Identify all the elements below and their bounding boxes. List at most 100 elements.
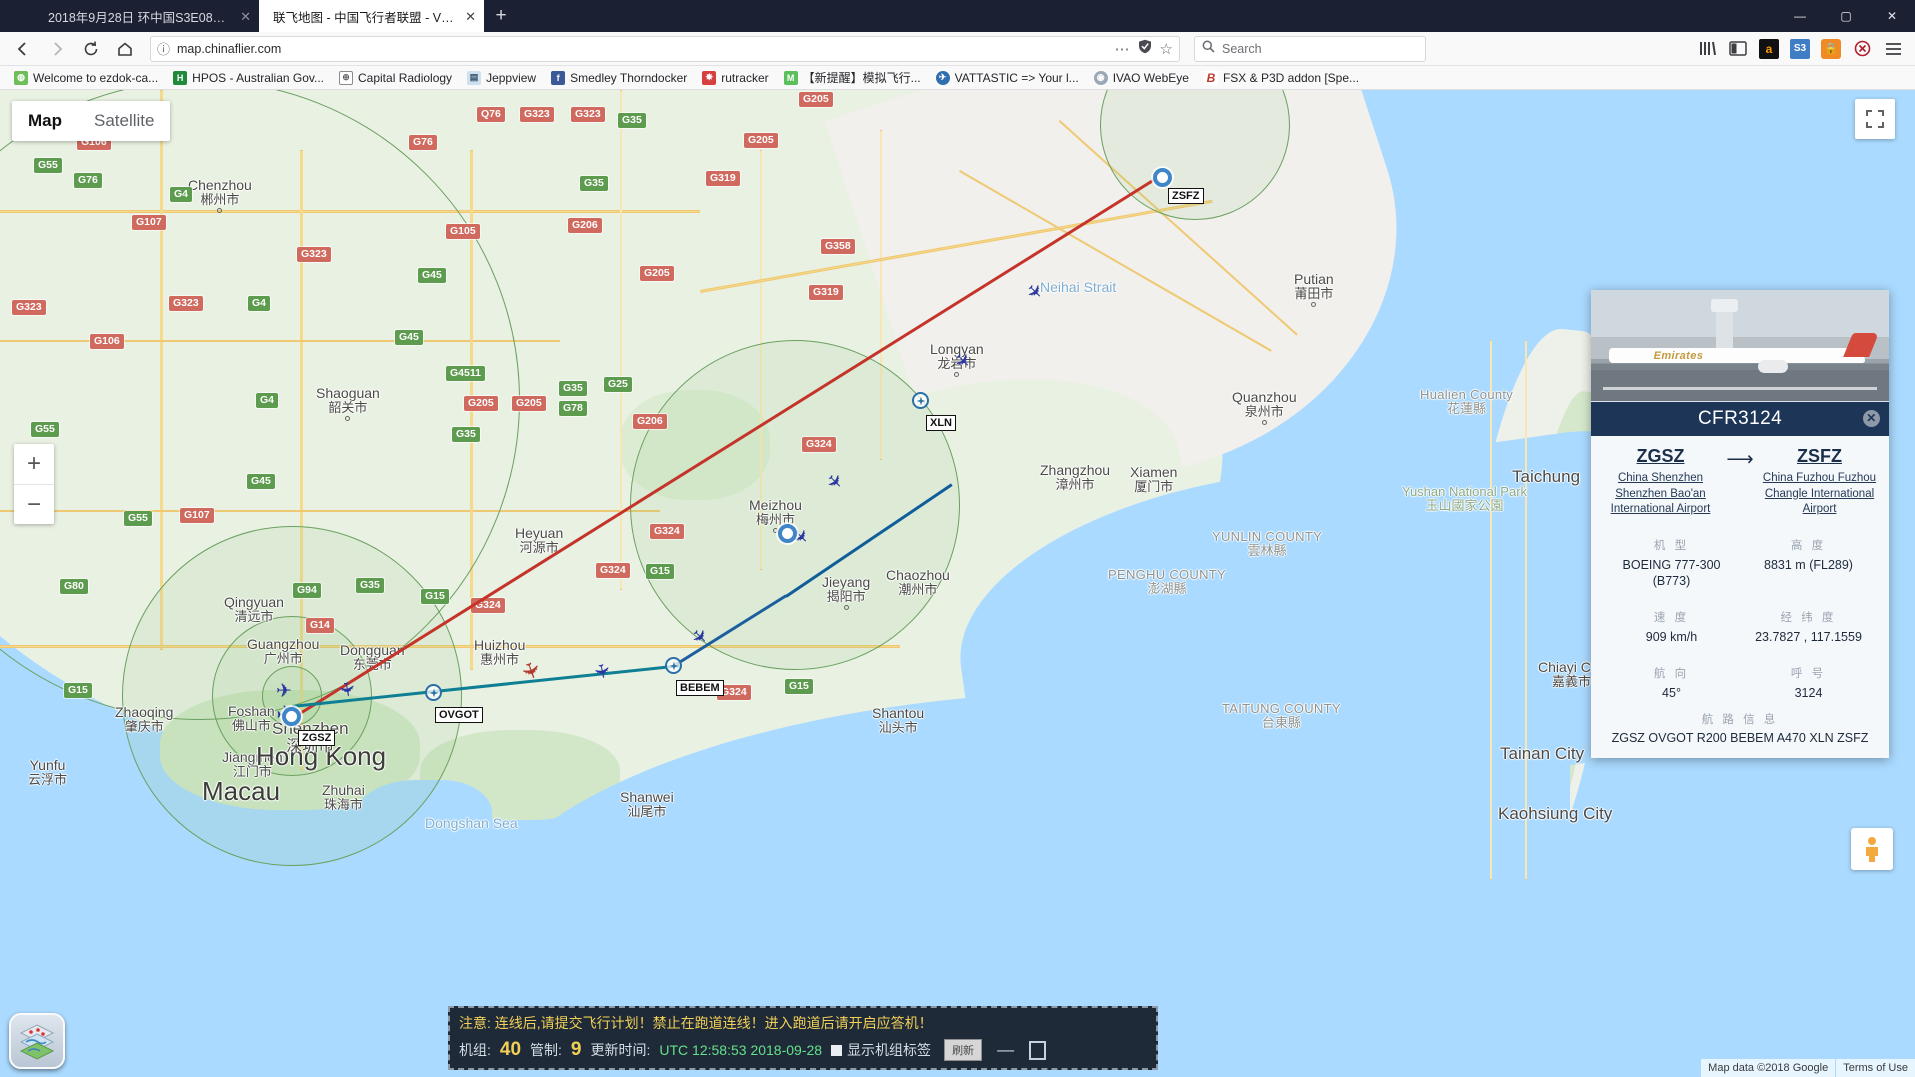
airport-marker-zgsz[interactable] — [282, 707, 301, 726]
bookmark-label: 【新提醒】模拟飞行... — [802, 71, 921, 85]
url-text: map.chinaflier.com — [177, 41, 282, 56]
bookmark-item[interactable]: ◉ IVAO WebEye — [1088, 69, 1195, 87]
map-type-satellite-button[interactable]: Satellite — [78, 101, 170, 141]
bookmark-star-icon[interactable]: ☆ — [1160, 40, 1173, 58]
console-restore-button[interactable] — [1029, 1040, 1047, 1060]
zoom-out-button[interactable]: − — [14, 485, 54, 525]
browser-tab-1[interactable]: 2018年9月28日 环中国S3E08# 深圳- ✕ — [34, 0, 259, 32]
vattastic-icon: ✈ — [935, 70, 950, 85]
flight-info-body: ZGSZ China Shenzhen Shenzhen Bao'an Inte… — [1591, 436, 1889, 759]
sidebar-icon[interactable] — [1728, 39, 1748, 59]
bookmark-item[interactable]: ✸ rutracker — [696, 69, 774, 87]
bookmark-label: HPOS - Australian Gov... — [192, 70, 324, 85]
road-shield: G14 — [306, 618, 334, 634]
lockwise-icon[interactable]: 🔒 — [1821, 38, 1841, 59]
waypoint-marker-bebem[interactable] — [665, 657, 682, 674]
menu-icon[interactable] — [1883, 39, 1903, 59]
bookmark-item[interactable]: ✈ VATTASTIC => Your l... — [930, 69, 1085, 87]
aircraft-type-value: BOEING 777-300 (B773) — [1622, 557, 1721, 589]
city-name-en: Yunfu — [29, 757, 66, 773]
waypoint-label-bebem: BEBEM — [676, 680, 724, 696]
arrival-code[interactable]: ZSFZ — [1762, 446, 1877, 467]
bookmark-item[interactable]: M 【新提醒】模拟飞行... — [778, 67, 927, 88]
page-info-icon[interactable]: ⓘ — [157, 39, 170, 58]
road-shield: G45 — [247, 474, 275, 490]
tab-title: 联飞地图 - 中国飞行者联盟 - V4.0 — [273, 10, 456, 25]
zoom-in-button[interactable]: + — [14, 444, 54, 484]
road-shield: G4 — [170, 187, 193, 203]
road-shield: G323 — [297, 247, 331, 263]
new-tab-button[interactable]: + — [484, 0, 518, 32]
map-data-attribution: Map data ©2018 Google — [1701, 1059, 1836, 1077]
forward-arrow-icon[interactable] — [42, 35, 72, 63]
road-shield: G76 — [74, 173, 102, 189]
shield-icon[interactable] — [1138, 39, 1152, 59]
bookmark-item[interactable]: f Smedley Thorndocker — [545, 69, 693, 87]
map-range-ring-shantou — [630, 340, 960, 670]
terms-of-use-link[interactable]: Terms of Use — [1836, 1059, 1915, 1077]
coordinates-label: 经 纬 度 — [1780, 612, 1837, 625]
road-shield: G206 — [568, 218, 602, 234]
airport-marker-zsfz[interactable] — [1153, 168, 1172, 187]
address-bar[interactable]: ⓘ map.chinaflier.com ⋯ ☆ — [150, 35, 1180, 62]
refresh-button[interactable]: 刷新 — [944, 1039, 983, 1061]
hpos-icon: H — [173, 70, 188, 85]
map-type-map-button[interactable]: Map — [12, 101, 78, 141]
map-canvas[interactable]: OVGOT BEBEM XLN ZGSZ ZSFZ ✈ ✈ ✈ ✈ ✈ ✈ ✈ … — [0, 90, 1915, 1077]
flight-info-panel: Emirates CFR3124 ✕ ZGSZ China Shenzhen S… — [1591, 290, 1889, 759]
checkbox-box[interactable] — [831, 1044, 843, 1056]
show-crew-labels-checkbox[interactable]: 显示机组标签 — [831, 1040, 931, 1060]
departure-name[interactable]: China Shenzhen Shenzhen Bao'an Internati… — [1603, 471, 1718, 518]
arrival-name[interactable]: China Fuzhou Fuzhou Changle Internationa… — [1762, 471, 1877, 518]
road-shield: G55 — [124, 511, 152, 527]
blocker-icon[interactable] — [1852, 39, 1872, 59]
airport-marker-shantou[interactable] — [778, 524, 797, 543]
s3-icon[interactable]: S3 — [1790, 38, 1810, 59]
reload-icon[interactable] — [76, 35, 106, 63]
back-arrow-icon[interactable] — [8, 35, 38, 63]
street-view-icon[interactable] — [1851, 828, 1893, 870]
library-icon[interactable] — [1697, 39, 1717, 59]
bookmark-item[interactable]: ▤ Jeppview — [461, 69, 542, 87]
coordinates-field: 经 纬 度 23.7827 , 117.1559 — [1740, 600, 1877, 646]
squawk-field: 呼 号 3124 — [1740, 656, 1877, 702]
amazon-icon[interactable]: a — [1759, 38, 1779, 59]
window-maximize-button[interactable]: ▢ — [1823, 0, 1869, 32]
departure-airport[interactable]: ZGSZ China Shenzhen Shenzhen Bao'an Inte… — [1603, 446, 1718, 518]
layers-icon[interactable] — [9, 1013, 65, 1069]
bookmark-item[interactable]: ◍ Welcome to ezdok-ca... — [8, 69, 164, 87]
bookmark-label: Jeppview — [486, 70, 537, 85]
search-input[interactable]: Search — [1222, 42, 1262, 56]
departure-code[interactable]: ZGSZ — [1603, 446, 1718, 467]
fullscreen-icon[interactable] — [1855, 99, 1895, 139]
map-county-label: Hualien County 花蓮縣 — [1420, 387, 1514, 416]
road-shield: G45 — [418, 268, 446, 284]
waypoint-marker-ovgot[interactable] — [425, 684, 442, 701]
road-shield: G55 — [31, 422, 59, 438]
address-bar-actions: ⋯ ☆ — [1115, 39, 1173, 59]
tab-close-icon[interactable]: ✕ — [240, 10, 251, 23]
aircraft-icon[interactable]: ✈ — [334, 680, 357, 699]
bookmark-label: rutracker — [721, 70, 769, 85]
window-close-button[interactable]: ✕ — [1869, 0, 1915, 32]
home-icon[interactable] — [110, 35, 140, 63]
bookmark-item[interactable]: ⊕ Capital Radiology — [333, 69, 458, 87]
search-bar[interactable]: Search — [1194, 35, 1426, 62]
waypoint-marker-xln[interactable] — [912, 392, 929, 409]
tab-close-icon[interactable]: ✕ — [465, 10, 476, 23]
bookmark-item[interactable]: H HPOS - Australian Gov... — [167, 69, 330, 87]
arrival-airport[interactable]: ZSFZ China Fuzhou Fuzhou Changle Interna… — [1762, 446, 1877, 518]
road-shield: G319 — [809, 285, 843, 301]
county-name-en: Hualien County — [1420, 387, 1514, 402]
page-actions-icon[interactable]: ⋯ — [1115, 40, 1130, 58]
window-minimize-button[interactable]: — — [1777, 0, 1823, 32]
road-shield: G323 — [169, 296, 203, 312]
aircraft-icon[interactable]: ✈ — [276, 682, 292, 701]
road-shield: G205 — [640, 266, 674, 282]
bookmark-item[interactable]: B FSX & P3D addon [Spe... — [1198, 69, 1365, 87]
close-icon[interactable]: ✕ — [1863, 410, 1880, 427]
photo-control-tower — [1711, 298, 1739, 350]
road-shield: Q76 — [477, 107, 505, 123]
browser-tab-2[interactable]: 联飞地图 - 中国飞行者联盟 - V4.0 ✕ — [259, 0, 484, 32]
console-minimize-button[interactable]: — — [997, 1040, 1014, 1060]
